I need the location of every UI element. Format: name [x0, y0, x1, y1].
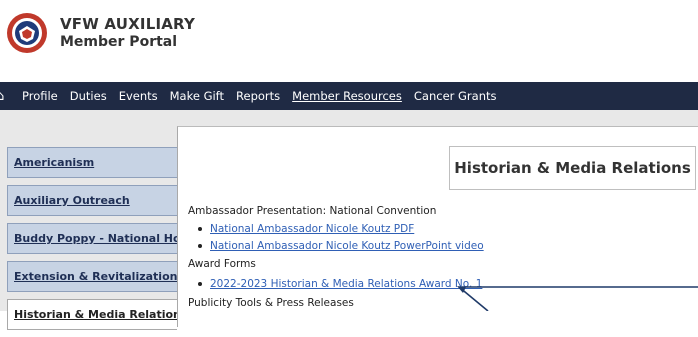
vfw-auxiliary-logo[interactable] [6, 12, 48, 54]
nav-item-reports[interactable]: Reports [236, 89, 280, 103]
brand-name: VFW AUXILIARY [60, 15, 196, 33]
sidebar-item-auxiliary-outreach[interactable]: Auxiliary Outreach [7, 185, 177, 216]
page-title: Historian & Media Relations [449, 146, 696, 190]
section-heading-publicity-tools: Publicity Tools & Press Releases [188, 297, 354, 309]
list-item: National Ambassador Nicole Koutz PowerPo… [198, 240, 484, 252]
list-item: 2022-2023 Historian & Media Relations Aw… [198, 278, 482, 290]
sidebar-item-buddy-poppy[interactable]: Buddy Poppy - National Home [7, 223, 199, 254]
resource-sidebar: Americanism Auxiliary Outreach Buddy Pop… [7, 147, 199, 337]
section-heading-ambassador: Ambassador Presentation: National Conven… [188, 205, 437, 217]
brand-title[interactable]: VFW AUXILIARY Member Portal [60, 15, 195, 51]
link-award-no-1[interactable]: 2022-2023 Historian & Media Relations Aw… [210, 278, 482, 290]
link-ambassador-pdf[interactable]: National Ambassador Nicole Koutz PDF [210, 223, 414, 235]
top-nav-bar: ⌂ Profile Duties Events Make Gift Report… [0, 82, 698, 110]
content-panel: Historian & Media Relations Ambassador P… [177, 126, 698, 327]
link-ambassador-powerpoint-video[interactable]: National Ambassador Nicole Koutz PowerPo… [210, 240, 484, 252]
nav-item-duties[interactable]: Duties [70, 89, 107, 103]
top-nav-items: Profile Duties Events Make Gift Reports … [22, 82, 509, 110]
nav-item-member-resources[interactable]: Member Resources [292, 89, 402, 103]
header: VFW AUXILIARY Member Portal [0, 0, 698, 80]
section-heading-award-forms: Award Forms [188, 258, 256, 270]
list-item: National Ambassador Nicole Koutz PDF [198, 223, 414, 235]
sidebar-item-americanism[interactable]: Americanism [7, 147, 177, 178]
nav-item-events[interactable]: Events [119, 89, 158, 103]
sidebar-item-historian-media-relations[interactable]: Historian & Media Relations [7, 299, 187, 330]
bullet-icon [198, 244, 202, 248]
home-icon[interactable]: ⌂ [0, 89, 4, 104]
nav-item-cancer-grants[interactable]: Cancer Grants [414, 89, 497, 103]
bullet-icon [198, 282, 202, 286]
nav-item-profile[interactable]: Profile [22, 89, 58, 103]
bullet-icon [198, 227, 202, 231]
sidebar-item-extension-revitalization[interactable]: Extension & Revitalization [7, 261, 177, 292]
nav-item-make-gift[interactable]: Make Gift [170, 89, 224, 103]
brand-subtitle: Member Portal [60, 34, 178, 50]
